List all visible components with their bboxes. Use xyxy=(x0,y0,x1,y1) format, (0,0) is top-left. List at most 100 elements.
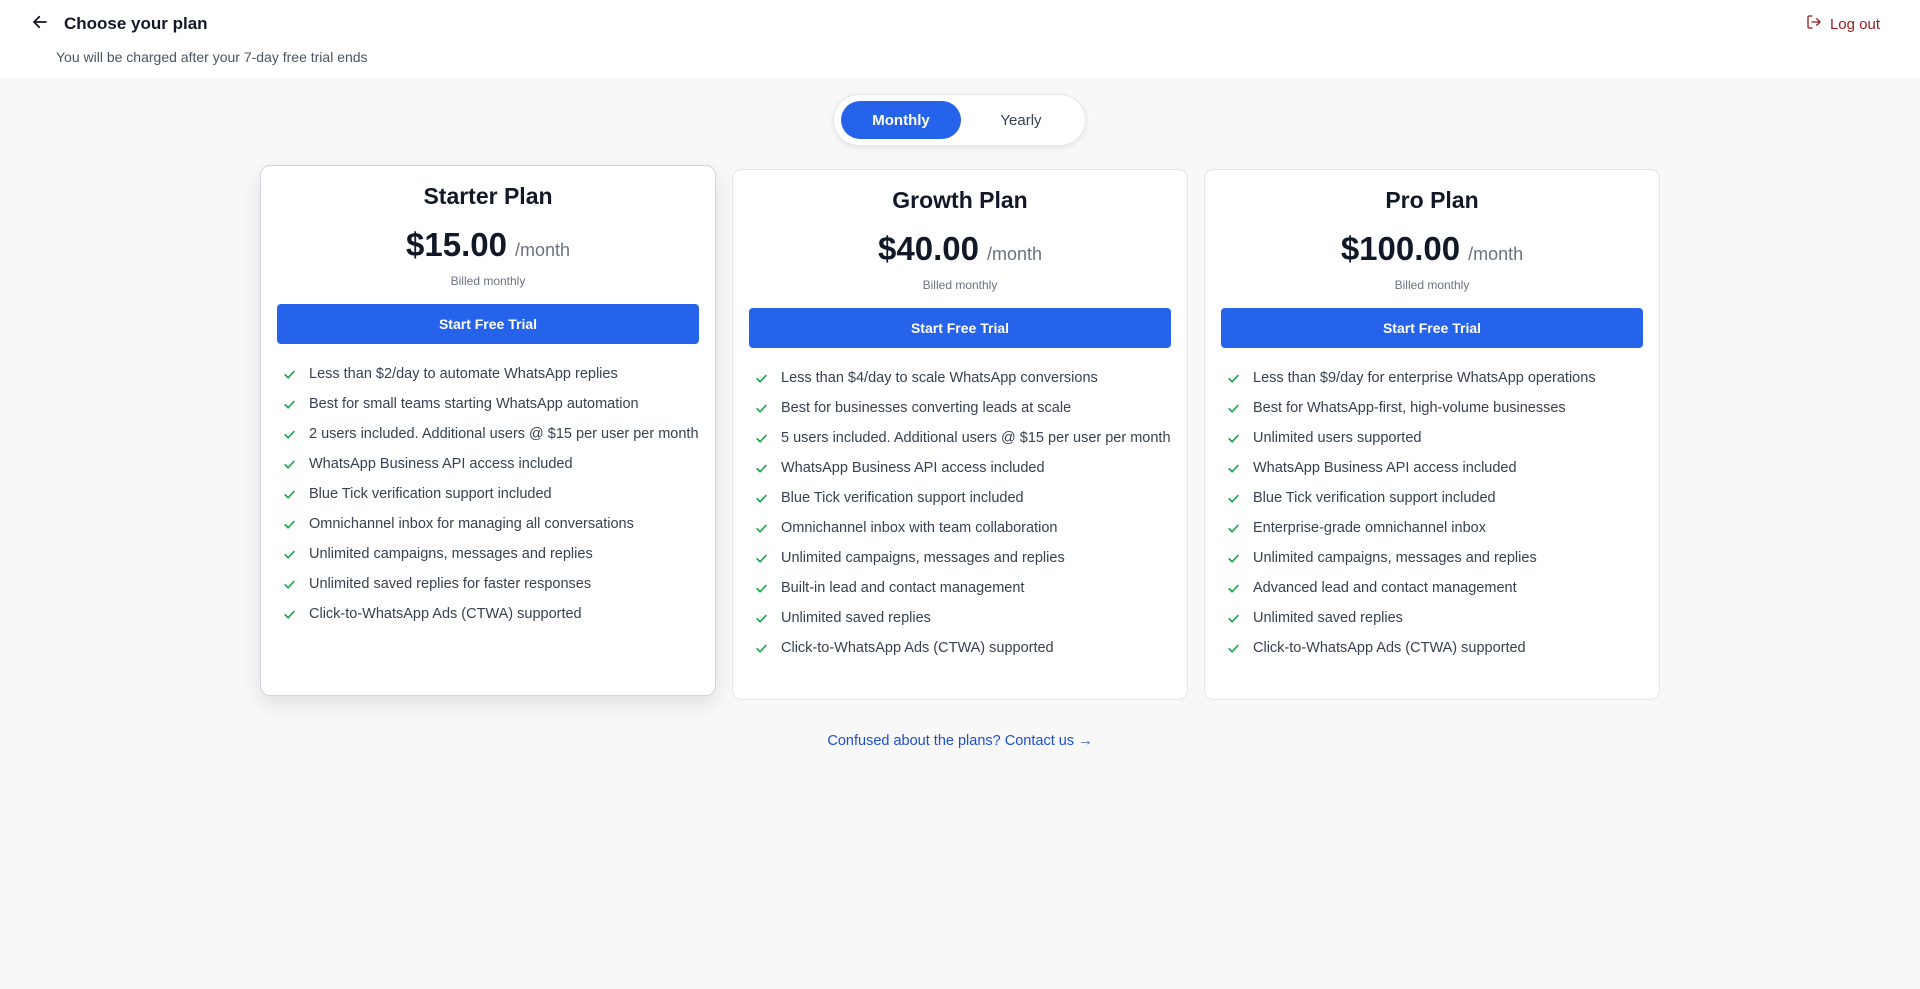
feature-item: WhatsApp Business API access included xyxy=(1225,458,1643,479)
feature-text: Best for WhatsApp-first, high-volume bus… xyxy=(1253,400,1566,416)
feature-text: 5 users included. Additional users @ $15… xyxy=(781,430,1171,446)
billing-note: Billed monthly xyxy=(450,274,526,288)
check-icon xyxy=(753,578,769,599)
feature-text: Blue Tick verification support included xyxy=(309,486,552,502)
check-icon xyxy=(281,544,297,565)
toggle-monthly[interactable]: Monthly xyxy=(841,101,961,139)
check-icon xyxy=(1225,398,1241,419)
plan-period: /month xyxy=(1468,244,1524,264)
start-free-trial-button[interactable]: Start Free Trial xyxy=(749,308,1171,348)
feature-text: Omnichannel inbox with team collaboratio… xyxy=(781,520,1058,536)
feature-item: Unlimited saved replies xyxy=(1225,608,1643,629)
toggle-yearly[interactable]: Yearly xyxy=(961,101,1081,139)
check-icon xyxy=(281,604,297,625)
check-icon xyxy=(753,368,769,389)
check-icon xyxy=(753,638,769,659)
feature-item: WhatsApp Business API access included xyxy=(281,454,699,475)
feature-text: Best for businesses converting leads at … xyxy=(781,400,1072,416)
check-icon xyxy=(753,458,769,479)
feature-item: 5 users included. Additional users @ $15… xyxy=(753,428,1171,449)
feature-item: Best for businesses converting leads at … xyxy=(753,398,1171,419)
feature-list: Less than $4/day to scale WhatsApp conve… xyxy=(753,368,1171,659)
feature-text: Unlimited saved replies for faster respo… xyxy=(309,576,592,592)
check-icon xyxy=(1225,518,1241,539)
feature-text: Blue Tick verification support included xyxy=(781,490,1024,506)
feature-item: Less than $9/day for enterprise WhatsApp… xyxy=(1225,368,1643,389)
feature-text: Unlimited saved replies xyxy=(781,610,931,626)
plan-price: $40.00 xyxy=(878,230,979,267)
feature-text: Advanced lead and contact management xyxy=(1253,580,1517,596)
feature-text: 2 users included. Additional users @ $15… xyxy=(309,426,699,442)
billing-note: Billed monthly xyxy=(1394,278,1470,292)
feature-item: Built-in lead and contact management xyxy=(753,578,1171,599)
feature-item: Best for WhatsApp-first, high-volume bus… xyxy=(1225,398,1643,419)
feature-item: Omnichannel inbox for managing all conve… xyxy=(281,514,699,535)
plan-price: $15.00 xyxy=(406,226,507,263)
check-icon xyxy=(1225,368,1241,389)
feature-item: Unlimited saved replies xyxy=(753,608,1171,629)
logout-button[interactable]: Log out xyxy=(1806,14,1880,34)
feature-text: Unlimited campaigns, messages and replie… xyxy=(1253,550,1537,566)
plan-name: Growth Plan xyxy=(892,187,1028,213)
check-icon xyxy=(281,484,297,505)
feature-text: Best for small teams starting WhatsApp a… xyxy=(309,396,639,412)
page-header: Choose your plan You will be charged aft… xyxy=(0,0,1920,78)
feature-text: Unlimited users supported xyxy=(1253,430,1422,446)
check-icon xyxy=(1225,608,1241,629)
page-title: Choose your plan xyxy=(64,14,208,33)
check-icon xyxy=(753,608,769,629)
check-icon xyxy=(753,428,769,449)
plan-price: $100.00 xyxy=(1340,230,1461,267)
feature-text: Less than $4/day to scale WhatsApp conve… xyxy=(781,370,1098,386)
check-icon xyxy=(1225,458,1241,479)
check-icon xyxy=(753,518,769,539)
check-icon xyxy=(753,398,769,419)
price-row: $40.00 /month xyxy=(733,230,1187,268)
check-icon xyxy=(1225,578,1241,599)
contact-us-link[interactable]: Confused about the plans? Contact us → xyxy=(0,733,1920,749)
feature-item: Advanced lead and contact management xyxy=(1225,578,1643,599)
start-free-trial-button[interactable]: Start Free Trial xyxy=(1221,308,1643,348)
feature-item: Less than $2/day to automate WhatsApp re… xyxy=(281,364,699,385)
feature-item: Enterprise-grade omnichannel inbox xyxy=(1225,518,1643,539)
check-icon xyxy=(281,364,297,385)
feature-text: Click-to-WhatsApp Ads (CTWA) supported xyxy=(781,640,1054,656)
feature-item: Unlimited campaigns, messages and replie… xyxy=(753,548,1171,569)
feature-item: Unlimited campaigns, messages and replie… xyxy=(281,544,699,565)
check-icon xyxy=(1225,548,1241,569)
feature-item: Unlimited users supported xyxy=(1225,428,1643,449)
price-row: $100.00 /month xyxy=(1205,230,1659,268)
arrow-left-icon xyxy=(31,13,49,36)
feature-text: Less than $9/day for enterprise WhatsApp… xyxy=(1253,370,1596,386)
feature-list: Less than $2/day to automate WhatsApp re… xyxy=(281,364,699,625)
billing-period-toggle: Monthly Yearly xyxy=(833,94,1086,146)
feature-text: Omnichannel inbox for managing all conve… xyxy=(309,516,634,532)
feature-text: Click-to-WhatsApp Ads (CTWA) supported xyxy=(309,606,582,622)
feature-item: Unlimited campaigns, messages and replie… xyxy=(1225,548,1643,569)
feature-list: Less than $9/day for enterprise WhatsApp… xyxy=(1225,368,1643,659)
plan-card-pro: Pro Plan $100.00 /month Billed monthly S… xyxy=(1204,169,1660,700)
feature-item: Omnichannel inbox with team collaboratio… xyxy=(753,518,1171,539)
feature-text: Blue Tick verification support included xyxy=(1253,490,1496,506)
check-icon xyxy=(281,574,297,595)
price-row: $15.00 /month xyxy=(261,226,715,264)
plan-name: Pro Plan xyxy=(1385,187,1479,213)
feature-item: Unlimited saved replies for faster respo… xyxy=(281,574,699,595)
feature-item: WhatsApp Business API access included xyxy=(753,458,1171,479)
plan-name: Starter Plan xyxy=(423,183,553,209)
feature-item: Blue Tick verification support included xyxy=(281,484,699,505)
feature-text: Unlimited saved replies xyxy=(1253,610,1403,626)
check-icon xyxy=(281,424,297,445)
check-icon xyxy=(753,548,769,569)
feature-text: Enterprise-grade omnichannel inbox xyxy=(1253,520,1486,536)
feature-item: Click-to-WhatsApp Ads (CTWA) supported xyxy=(1225,638,1643,659)
check-icon xyxy=(753,488,769,509)
plan-period: /month xyxy=(986,244,1042,264)
back-button[interactable] xyxy=(28,12,52,36)
start-free-trial-button[interactable]: Start Free Trial xyxy=(277,304,699,344)
feature-text: WhatsApp Business API access included xyxy=(1253,460,1517,476)
feature-text: WhatsApp Business API access included xyxy=(781,460,1045,476)
plan-period: /month xyxy=(514,240,570,260)
check-icon xyxy=(281,394,297,415)
feature-item: Less than $4/day to scale WhatsApp conve… xyxy=(753,368,1171,389)
